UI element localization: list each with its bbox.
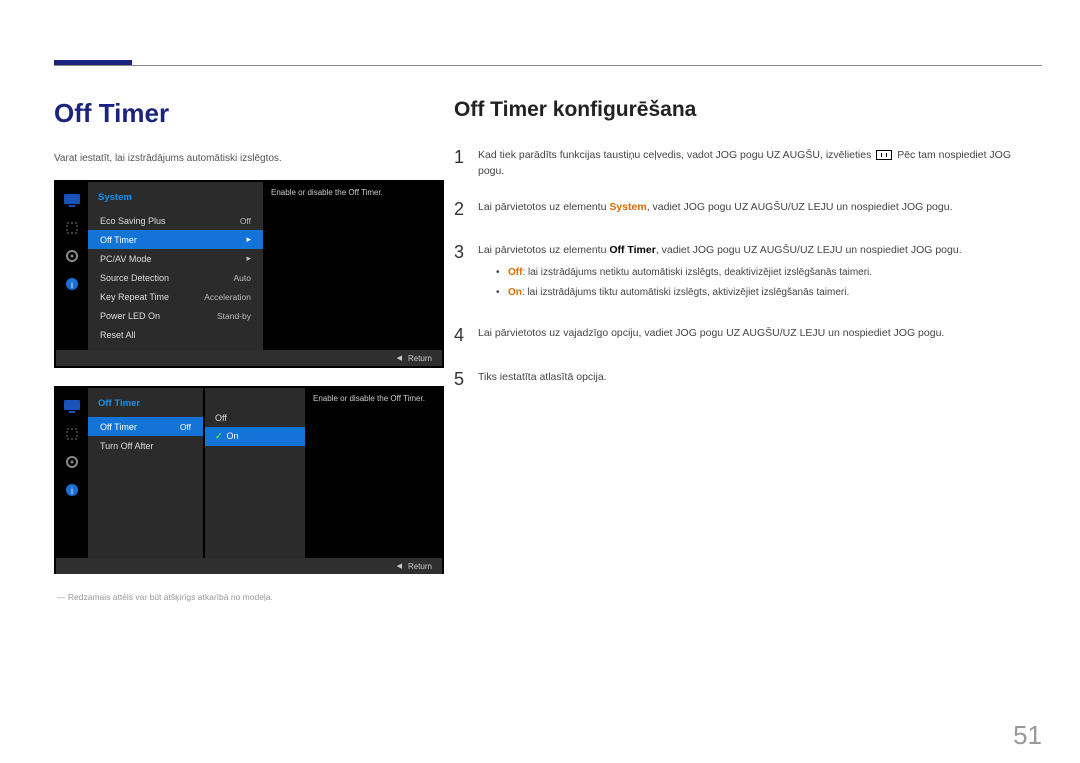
menu-item-value: Acceleration: [204, 292, 251, 302]
step-number: 4: [454, 322, 478, 350]
bullet-on: On: lai izstrādājums tiktu automātiski i…: [496, 285, 1034, 301]
step-number: 5: [454, 366, 478, 394]
step-text: , vadiet JOG pogu UZ AUGŠU/UZ LEJU un no…: [647, 201, 953, 213]
menu-item-label: Key Repeat Time: [100, 292, 169, 302]
keyword-system: System: [609, 201, 646, 213]
step-3: 3 Lai pārvietotos uz elementu Off Timer,…: [454, 239, 1034, 305]
footnote: ― Redzamais attēls var būt atšķirīgs atk…: [54, 592, 444, 602]
step-text: , vadiet JOG pogu UZ AUGŠU/UZ LEJU un no…: [656, 244, 962, 256]
menu-item-value: Stand-by: [217, 311, 251, 321]
step-5: 5 Tiks iestatīta atlasītā opcija.: [454, 366, 1034, 394]
step-1: 1 Kad tiek parādīts funkcijas taustiņu c…: [454, 144, 1034, 180]
menu-icon: [876, 150, 892, 160]
menu-item-label: Reset All: [100, 330, 136, 340]
menu-item-off-timer: Off Timer Off: [88, 417, 203, 436]
page-number: 51: [1013, 720, 1042, 751]
monitor-icon: [56, 392, 88, 420]
menu-item-source-detection: Source Detection Auto: [88, 268, 263, 287]
step-text: Kad tiek parādīts funkcijas taustiņu ceļ…: [478, 149, 874, 161]
menu-item-off-timer: Off Timer ▸: [88, 230, 263, 249]
menu-item-turn-off-after: Turn Off After: [88, 436, 203, 455]
svg-text:i: i: [71, 486, 73, 496]
check-icon: ✓: [215, 431, 223, 441]
menu-item-eco-saving-plus: Eco Saving Plus Off: [88, 211, 263, 230]
bullet-text: : lai izstrādājums tiktu automātiski izs…: [522, 287, 849, 298]
menu-item-value: Off: [240, 216, 251, 226]
menu-item-label: Source Detection: [100, 273, 169, 283]
osd-sidebar-icons: i: [56, 182, 88, 350]
page-title: Off Timer: [54, 98, 444, 129]
chevron-right-icon: ▸: [246, 234, 251, 245]
back-arrow-icon: ◀: [397, 562, 402, 570]
step-number: 3: [454, 239, 478, 305]
menu-item-label: Eco Saving Plus: [100, 216, 166, 226]
osd-sidebar-icons: i: [56, 388, 88, 558]
menu-item-power-led-on: Power LED On Stand-by: [88, 306, 263, 325]
step-body: Lai pārvietotos uz elementu Off Timer, v…: [478, 239, 1034, 305]
osd-footer: ◀ Return: [56, 350, 442, 366]
info-icon: i: [56, 270, 88, 298]
chevron-right-icon: ▸: [246, 253, 251, 264]
gear-icon: [56, 448, 88, 476]
osd-off-timer-screenshot: i Off Timer Off Timer Off Turn Off After…: [54, 386, 444, 574]
step-number: 1: [454, 144, 478, 180]
osd-menu-title: Off Timer: [88, 394, 203, 417]
header-rule: [54, 65, 1042, 66]
step-body: Kad tiek parādīts funkcijas taustiņu ceļ…: [478, 144, 1034, 180]
menu-item-label: Off Timer: [100, 422, 137, 432]
keyword-on: On: [508, 287, 522, 298]
monitor-icon: [56, 186, 88, 214]
return-label: Return: [408, 562, 432, 571]
osd-footer: ◀ Return: [56, 558, 442, 574]
menu-item-pc-av-mode: PC/AV Mode ▸: [88, 249, 263, 268]
osd-help-text: Enable or disable the Off Timer.: [263, 182, 442, 350]
menu-item-key-repeat-time: Key Repeat Time Acceleration: [88, 287, 263, 306]
option-label: Off: [215, 413, 227, 423]
section-title: Off Timer konfigurēšana: [454, 98, 1034, 122]
step-number: 2: [454, 196, 478, 224]
keyword-off-timer: Off Timer: [609, 244, 655, 256]
menu-item-value: Off: [180, 422, 191, 432]
step-2: 2 Lai pārvietotos uz elementu System, va…: [454, 196, 1034, 224]
frame-icon: [56, 214, 88, 242]
osd-help-text: Enable or disable the Off Timer.: [305, 388, 442, 558]
back-arrow-icon: ◀: [397, 354, 402, 362]
bullet-text: : lai izstrādājums netiktu automātiski i…: [522, 267, 872, 278]
right-column: Off Timer konfigurēšana 1 Kad tiek parād…: [454, 98, 1034, 409]
option-label: On: [227, 431, 239, 441]
option-on: ✓ On: [205, 427, 305, 446]
step-body: Lai pārvietotos uz elementu System, vadi…: [478, 196, 1034, 224]
frame-icon: [56, 420, 88, 448]
gear-icon: [56, 242, 88, 270]
step-4: 4 Lai pārvietotos uz vajadzīgo opciju, v…: [454, 322, 1034, 350]
intro-text: Varat iestatīt, lai izstrādājums automāt…: [54, 153, 444, 164]
menu-item-label: Turn Off After: [100, 441, 154, 451]
left-column: Off Timer Varat iestatīt, lai izstrādāju…: [54, 98, 444, 602]
info-icon: i: [56, 476, 88, 504]
keyword-off: Off: [508, 267, 522, 278]
bullet-off: Off: lai izstrādājums netiktu automātisk…: [496, 265, 1034, 281]
osd-system-screenshot: i System Eco Saving Plus Off Off Timer ▸…: [54, 180, 444, 368]
svg-text:i: i: [71, 280, 73, 290]
step-body: Lai pārvietotos uz vajadzīgo opciju, vad…: [478, 322, 1034, 350]
option-off: Off: [205, 408, 305, 427]
step-text: Lai pārvietotos uz elementu: [478, 244, 609, 256]
menu-item-label: Power LED On: [100, 311, 160, 321]
osd-menu-title: System: [88, 188, 263, 211]
step-body: Tiks iestatīta atlasītā opcija.: [478, 366, 1034, 394]
osd-submenu-panel: Off ✓ On: [205, 388, 305, 558]
osd-menu-panel: Off Timer Off Timer Off Turn Off After: [88, 388, 203, 558]
menu-item-reset-all: Reset All: [88, 325, 263, 344]
menu-item-value: Auto: [234, 273, 252, 283]
menu-item-label: PC/AV Mode: [100, 254, 151, 264]
return-label: Return: [408, 354, 432, 363]
osd-menu-panel: System Eco Saving Plus Off Off Timer ▸ P…: [88, 182, 263, 350]
menu-item-label: Off Timer: [100, 235, 137, 245]
step-text: Lai pārvietotos uz elementu: [478, 201, 609, 213]
